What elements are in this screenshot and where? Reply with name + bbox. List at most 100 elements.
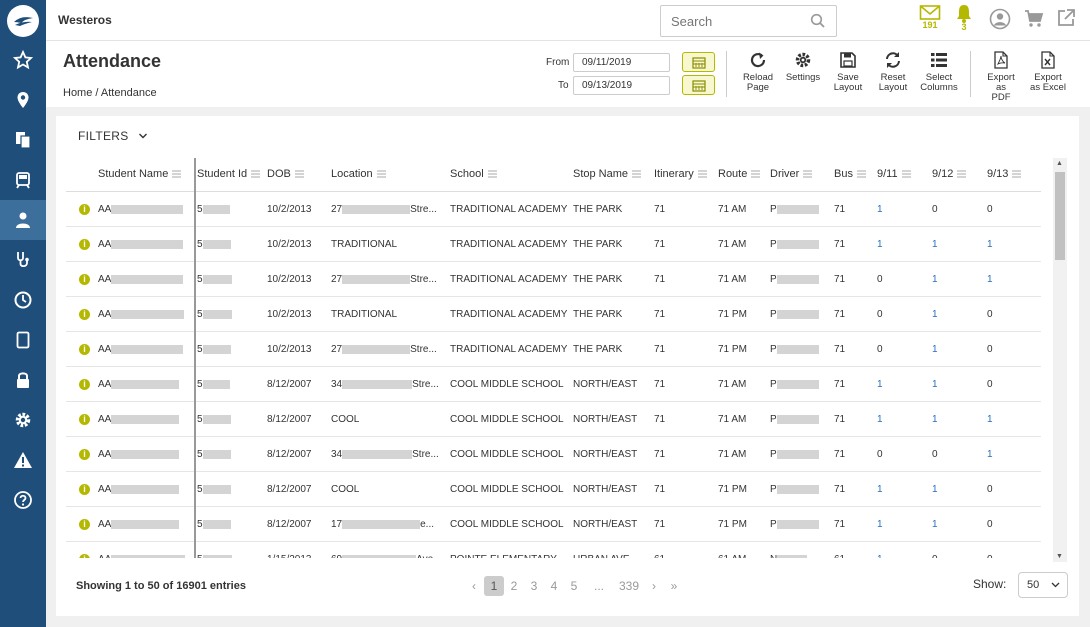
column-menu-icon[interactable] bbox=[957, 170, 967, 178]
page-button[interactable]: 3 bbox=[524, 576, 544, 596]
column-header-day-0913[interactable]: 9/13 bbox=[987, 168, 1022, 180]
sidebar-item-documents[interactable] bbox=[0, 120, 46, 160]
column-menu-icon[interactable] bbox=[856, 170, 866, 178]
filters-toggle[interactable]: FILTERS bbox=[78, 129, 148, 143]
notifications-button[interactable]: 3 bbox=[950, 4, 978, 38]
column-header-student-id[interactable]: Student Id bbox=[197, 168, 261, 180]
next-page-button[interactable]: › bbox=[644, 576, 664, 596]
table-row[interactable]: i AA 5 10/2/2013 TRADITIONAL TRADITIONAL ACAD… bbox=[66, 297, 1041, 332]
page-button[interactable]: 4 bbox=[544, 576, 564, 596]
page-button[interactable]: 5 bbox=[564, 576, 584, 596]
sidebar-item-favorites[interactable] bbox=[0, 40, 46, 80]
column-menu-icon[interactable] bbox=[172, 170, 182, 178]
info-icon[interactable]: i bbox=[79, 309, 90, 320]
last-page-button[interactable]: » bbox=[664, 576, 684, 596]
column-menu-icon[interactable] bbox=[376, 170, 386, 178]
info-icon[interactable]: i bbox=[79, 344, 90, 355]
column-header-itinerary[interactable]: Itinerary bbox=[654, 168, 707, 180]
from-calendar-button[interactable] bbox=[682, 52, 715, 72]
search-icon[interactable] bbox=[810, 13, 826, 32]
column-header-day-0911[interactable]: 9/11 bbox=[877, 168, 911, 180]
search-input[interactable] bbox=[661, 6, 801, 36]
sidebar-item-transit[interactable] bbox=[0, 160, 46, 200]
sidebar-item-locations[interactable] bbox=[0, 80, 46, 120]
info-icon[interactable]: i bbox=[79, 239, 90, 250]
cell-day-0913: 0 bbox=[987, 519, 993, 530]
table-row[interactable]: i AA 5 10/2/2013 27 Stre... TRADITIONAL ACADEM… bbox=[66, 192, 1041, 227]
vertical-scrollbar[interactable]: ▲ ▼ bbox=[1053, 158, 1067, 562]
sidebar-item-help[interactable] bbox=[0, 480, 46, 520]
cart-button[interactable] bbox=[1020, 10, 1048, 44]
breadcrumb[interactable]: Home / Attendance bbox=[63, 87, 157, 99]
column-header-label: Route bbox=[718, 168, 748, 180]
column-menu-icon[interactable] bbox=[632, 170, 642, 178]
select-columns-button[interactable]: Select Columns bbox=[919, 51, 959, 93]
column-menu-icon[interactable] bbox=[487, 170, 497, 178]
frozen-column-divider[interactable] bbox=[194, 158, 196, 558]
brand-name: Westeros bbox=[58, 13, 112, 27]
scroll-up-icon[interactable]: ▲ bbox=[1056, 160, 1063, 167]
info-icon[interactable]: i bbox=[79, 519, 90, 530]
sidebar-item-alerts[interactable] bbox=[0, 440, 46, 480]
to-date-input[interactable]: 09/13/2019 bbox=[573, 76, 670, 95]
column-menu-icon[interactable] bbox=[1012, 170, 1022, 178]
reset-layout-button[interactable]: Reset Layout bbox=[878, 51, 908, 93]
column-header-location[interactable]: Location bbox=[331, 168, 386, 180]
page-size-select[interactable]: 50 bbox=[1018, 572, 1068, 598]
app-logo[interactable] bbox=[7, 5, 39, 37]
settings-button[interactable]: Settings bbox=[785, 51, 821, 83]
save-layout-button[interactable]: Save Layout bbox=[833, 51, 863, 93]
scroll-down-icon[interactable]: ▼ bbox=[1056, 553, 1063, 560]
column-header-school[interactable]: School bbox=[450, 168, 497, 180]
info-icon[interactable]: i bbox=[79, 554, 90, 558]
scroll-thumb[interactable] bbox=[1055, 172, 1065, 260]
table-row[interactable]: i AA 5 8/12/2007 17 e... COOL MIDDLE SCHOOL NOR… bbox=[66, 507, 1041, 542]
sidebar-item-students[interactable] bbox=[0, 200, 46, 240]
column-menu-icon[interactable] bbox=[901, 170, 911, 178]
sidebar-item-health[interactable] bbox=[0, 240, 46, 280]
info-icon[interactable]: i bbox=[79, 274, 90, 285]
column-menu-icon[interactable] bbox=[294, 170, 304, 178]
column-menu-icon[interactable] bbox=[251, 170, 261, 178]
page-button[interactable]: 2 bbox=[504, 576, 524, 596]
sidebar-item-time[interactable] bbox=[0, 280, 46, 320]
column-menu-icon[interactable] bbox=[751, 170, 761, 178]
reload-page-button[interactable]: Reload Page bbox=[742, 51, 774, 93]
from-date-input[interactable]: 09/11/2019 bbox=[573, 53, 670, 72]
cell-driver: P bbox=[770, 204, 819, 215]
page-button[interactable]: 339 bbox=[614, 576, 644, 596]
sidebar-item-devices[interactable] bbox=[0, 320, 46, 360]
export-pdf-button[interactable]: Export as PDF bbox=[986, 51, 1016, 103]
profile-button[interactable] bbox=[986, 8, 1014, 42]
column-menu-icon[interactable] bbox=[803, 170, 813, 178]
column-header-route[interactable]: Route bbox=[718, 168, 761, 180]
table-row[interactable]: i AA 5 8/12/2007 COOL COOL MIDDLE SCHOOL NORTH… bbox=[66, 472, 1041, 507]
prev-page-button[interactable]: ‹ bbox=[464, 576, 484, 596]
table-row[interactable]: i AA 5 1/15/2013 69Ave... POINTE ELEMENTARY UR… bbox=[66, 542, 1041, 558]
page-button[interactable]: 1 bbox=[484, 576, 504, 596]
info-icon[interactable]: i bbox=[79, 379, 90, 390]
table-row[interactable]: i AA 5 10/2/2013 TRADITIONAL TRADITIONAL ACAD… bbox=[66, 227, 1041, 262]
table-row[interactable]: i AA 5 8/12/2007 34 Stre... COOL MIDDLE SCHOOL… bbox=[66, 437, 1041, 472]
column-header-stop-name[interactable]: Stop Name bbox=[573, 168, 642, 180]
column-header-day-0912[interactable]: 9/12 bbox=[932, 168, 967, 180]
external-link-button[interactable] bbox=[1052, 8, 1080, 42]
table-row[interactable]: i AA 5 8/12/2007 COOL COOL MIDDLE SCHOOL NORTH… bbox=[66, 402, 1041, 437]
column-header-driver[interactable]: Driver bbox=[770, 168, 813, 180]
column-menu-icon[interactable] bbox=[697, 170, 707, 178]
info-icon[interactable]: i bbox=[79, 414, 90, 425]
info-icon[interactable]: i bbox=[79, 484, 90, 495]
to-calendar-button[interactable] bbox=[682, 75, 715, 95]
column-header-bus[interactable]: Bus bbox=[834, 168, 866, 180]
info-icon[interactable]: i bbox=[79, 449, 90, 460]
messages-button[interactable]: 191 bbox=[916, 4, 944, 38]
sidebar-item-security[interactable] bbox=[0, 360, 46, 400]
column-header-student-name[interactable]: Student Name bbox=[98, 168, 182, 180]
sidebar-item-settings[interactable] bbox=[0, 400, 46, 440]
table-row[interactable]: i AA 5 10/2/2013 27 Stre... TRADITIONAL ACADEM… bbox=[66, 262, 1041, 297]
table-row[interactable]: i AA 5 10/2/2013 27 Stre... TRADITIONAL ACADEM… bbox=[66, 332, 1041, 367]
column-header-dob[interactable]: DOB bbox=[267, 168, 304, 180]
table-row[interactable]: i AA 5 8/12/2007 34 Stre... COOL MIDDLE SCHOOL… bbox=[66, 367, 1041, 402]
export-excel-button[interactable]: Export as Excel bbox=[1030, 51, 1066, 93]
info-icon[interactable]: i bbox=[79, 204, 90, 215]
